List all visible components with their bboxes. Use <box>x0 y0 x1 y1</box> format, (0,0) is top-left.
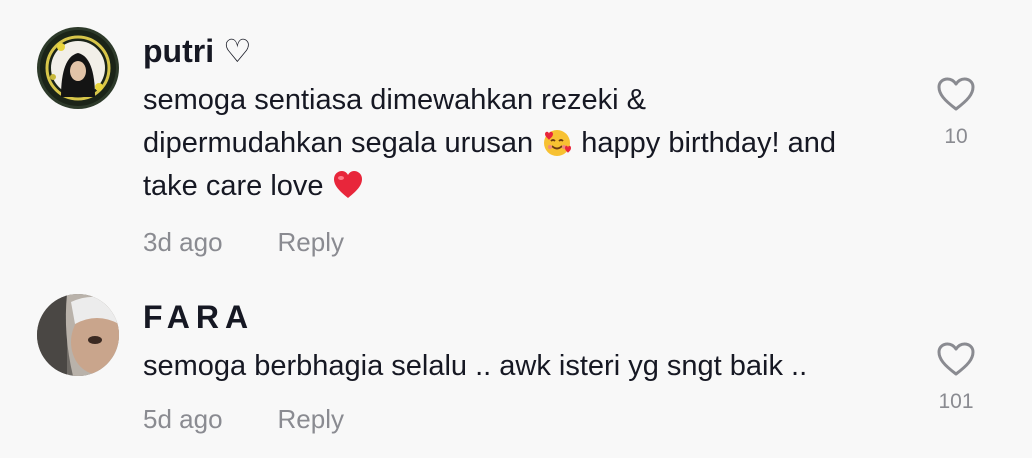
comment-text-line: semoga sentiasa dimewahkan rezeki & <box>143 84 646 116</box>
comment-text: semoga berbhagia selalu .. awk isteri yg… <box>143 345 913 388</box>
comment-item: putri ♡ semoga sentiasa dimewahkan rezek… <box>0 0 1032 275</box>
comment-item: FARA semoga berbhagia selalu .. awk iste… <box>0 275 1032 458</box>
heart-outline-icon <box>937 342 975 376</box>
avatar[interactable] <box>37 27 119 109</box>
comment-time: 5d ago <box>143 404 223 434</box>
like-count: 101 <box>938 390 974 413</box>
comment-text-line: dipermudahkan segala urusan happy birthd… <box>143 122 913 165</box>
comment-text: semoga sentiasa dimewahkan rezeki & dipe… <box>143 79 913 208</box>
comment-text-segment: take care love <box>143 170 324 202</box>
red-heart-icon <box>333 171 362 198</box>
avatar-hijab-ring-icon <box>37 27 119 109</box>
comment-text-segment: dipermudahkan segala urusan <box>143 127 534 159</box>
comment-text-line: take care love <box>143 165 913 208</box>
reply-button[interactable]: Reply <box>278 227 344 257</box>
reply-button[interactable]: Reply <box>278 404 344 434</box>
heart-outline-icon <box>937 77 975 111</box>
username[interactable]: putri ♡ <box>143 31 252 71</box>
avatar[interactable] <box>37 294 119 376</box>
avatar-photo-icon <box>37 294 119 376</box>
smiling-face-with-hearts-icon <box>544 130 572 156</box>
like-count: 10 <box>944 125 968 148</box>
comment-meta: 5d ago Reply <box>143 403 344 435</box>
like-button[interactable]: 101 <box>930 341 982 415</box>
like-button[interactable]: 10 <box>930 76 982 150</box>
comment-text-line: semoga berbhagia selalu .. awk isteri yg… <box>143 350 808 382</box>
comment-text-segment: happy birthday! and <box>581 127 837 159</box>
username[interactable]: FARA <box>143 297 254 337</box>
comment-meta: 3d ago Reply <box>143 226 344 258</box>
comment-time: 3d ago <box>143 227 223 257</box>
